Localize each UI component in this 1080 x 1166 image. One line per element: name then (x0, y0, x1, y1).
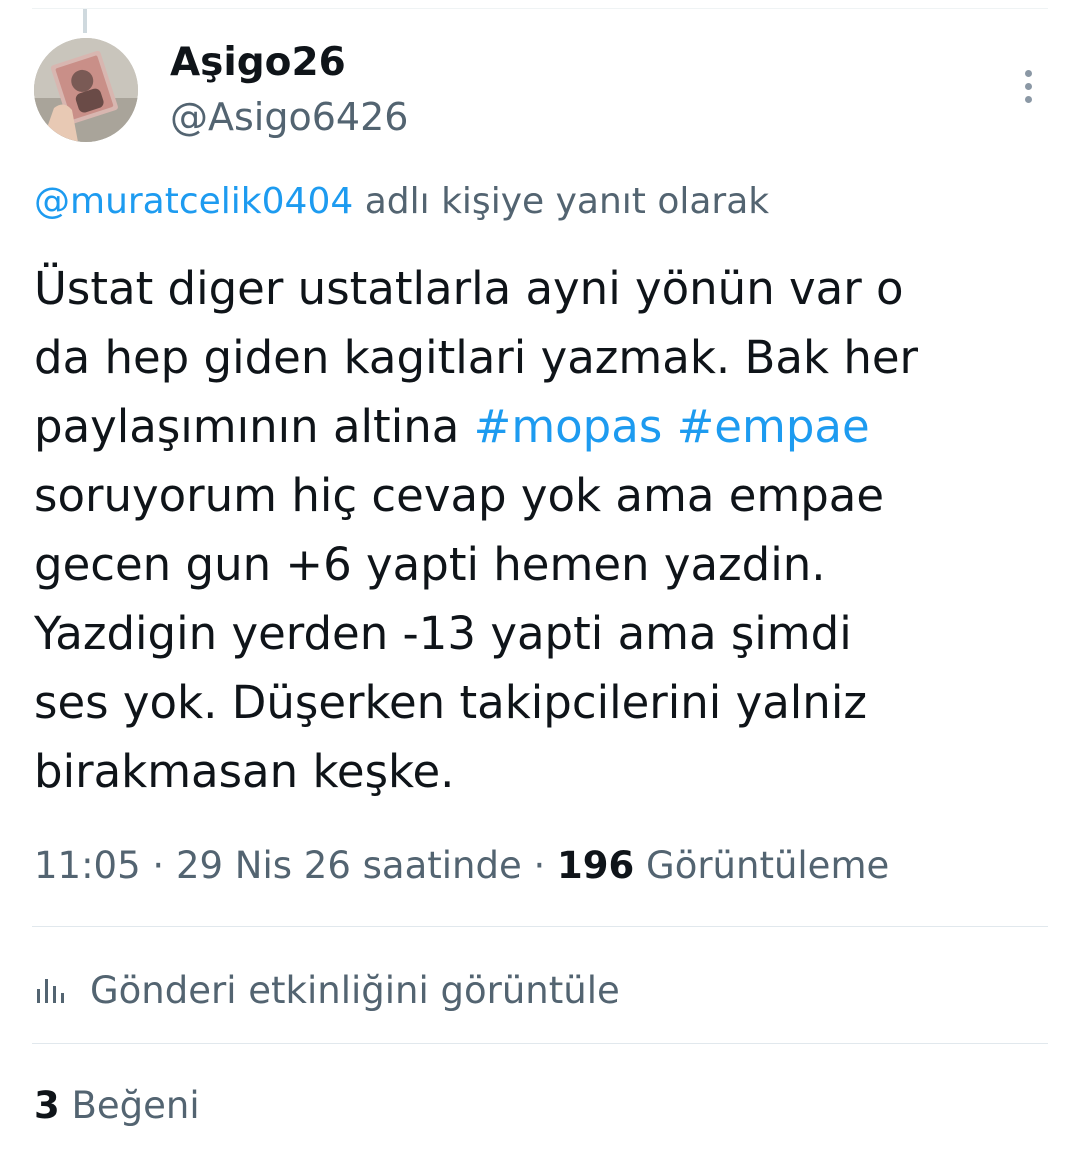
meta-separator: · (140, 844, 176, 887)
thread-connector-line (83, 9, 87, 33)
more-options-button[interactable] (1006, 60, 1050, 112)
tweet-time[interactable]: 11:05 (34, 844, 141, 887)
tweet-line: ses yok. Düşerken takipcilerini yalniz (34, 676, 867, 729)
tweet-line: paylaşımının altina #mopas #empae (34, 392, 1054, 461)
tweet-date[interactable]: 29 Nis 26 saatinde (176, 844, 522, 887)
tweet-line: soruyorum hiç cevap yok ama empae (34, 469, 885, 522)
more-icon-dot (1024, 82, 1032, 90)
view-post-activity-link[interactable]: Gönderi etkinliğini görüntüle (34, 962, 620, 1018)
tweet-line: Üstat diger ustatlarla ayni yönün var o (34, 262, 904, 315)
tweet-metadata: 11:05 · 29 Nis 26 saatinde · 196 Görüntü… (34, 838, 889, 894)
hashtag-separator (662, 400, 676, 453)
author-handle[interactable]: @Asigo6426 (170, 92, 408, 142)
likes-count-link[interactable]: 3 Beğeni (34, 1078, 200, 1134)
tweet-line: Yazdigin yerden -13 yapti ama şimdi (34, 607, 852, 660)
tweet-line: gecen gun +6 yapti hemen yazdin. (34, 538, 826, 591)
more-icon-dot (1024, 95, 1032, 103)
tweet-line: birakmasan keşke. (34, 745, 455, 798)
tweet-line: da hep giden kagitlari yazmak. Bak her (34, 331, 919, 384)
author-display-name[interactable]: Aşigo26 (170, 38, 346, 88)
divider (32, 1043, 1048, 1044)
likes-label: Beğeni (59, 1084, 200, 1127)
reply-mention-link[interactable]: @muratcelik0404 (34, 181, 353, 222)
more-icon-dot (1024, 69, 1032, 77)
meta-separator: · (521, 844, 558, 887)
hashtag-link-empae[interactable]: #empae (677, 400, 870, 453)
divider (32, 926, 1048, 927)
bar-chart-icon (34, 973, 68, 1007)
reply-context-suffix: adlı kişiye yanıt olarak (353, 181, 770, 222)
avatar[interactable] (34, 38, 138, 142)
top-divider (32, 8, 1048, 9)
tweet-line-text: paylaşımının altina (34, 400, 474, 453)
likes-count: 3 (34, 1084, 60, 1127)
views-count: 196 (557, 844, 635, 887)
view-post-activity-label: Gönderi etkinliğini görüntüle (90, 968, 620, 1012)
tweet-detail-view: Aşigo26 @Asigo6426 @muratcelik0404 adlı … (0, 0, 1080, 1166)
tweet-text: Üstat diger ustatlarla ayni yönün var o … (34, 254, 1054, 806)
avatar-photo (34, 38, 138, 142)
reply-context: @muratcelik0404 adlı kişiye yanıt olarak (34, 176, 769, 228)
views-label: Görüntüleme (634, 844, 890, 887)
hashtag-link-mopas[interactable]: #mopas (474, 400, 663, 453)
